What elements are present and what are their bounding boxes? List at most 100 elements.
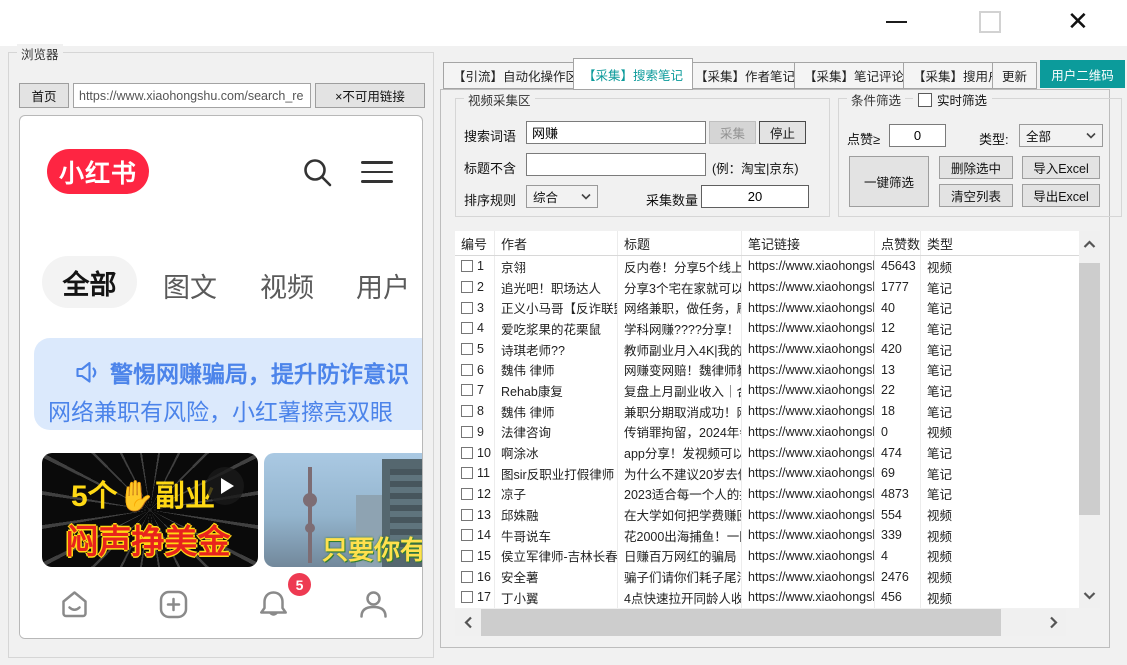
row-checkbox[interactable] (461, 281, 473, 293)
table-row[interactable]: 13 邱姝融 在大学如何把学费赚回... https://www.xiaohon… (455, 504, 1079, 525)
type-label: 类型: (979, 129, 1009, 148)
clear-list-button[interactable]: 清空列表 (939, 184, 1013, 207)
type-select[interactable]: 全部 (1019, 124, 1103, 147)
tab-update[interactable]: 更新 (992, 62, 1037, 89)
row-type: 笔记 (921, 318, 1079, 339)
scroll-up-icon[interactable] (1079, 231, 1100, 257)
create-post-icon[interactable] (156, 587, 191, 622)
row-checkbox[interactable] (461, 302, 473, 314)
table-row[interactable]: 9 法律咨询 传销罪拘留，2024年会... https://www.xiaoh… (455, 422, 1079, 443)
bell-icon[interactable] (256, 587, 291, 622)
row-checkbox[interactable] (461, 591, 473, 603)
play-icon[interactable] (206, 467, 244, 505)
row-link: https://www.xiaohongsh... (742, 422, 875, 443)
vertical-scrollbar[interactable] (1079, 231, 1100, 608)
row-link: https://www.xiaohongsh... (742, 339, 875, 360)
xiaohongshu-logo: 小红书 (47, 149, 149, 194)
scroll-left-icon[interactable] (455, 609, 481, 636)
horizontal-scroll-thumb[interactable] (481, 609, 1001, 636)
table-row[interactable]: 14 牛哥说车 花2000出海捕鱼！一网... https://www.xiao… (455, 525, 1079, 546)
row-num: 1 (477, 259, 484, 273)
realtime-filter-checkbox[interactable] (918, 93, 932, 107)
table-row[interactable]: 12 凉子 2023适合每一个人的搞... https://www.xiaoho… (455, 484, 1079, 505)
table-row[interactable]: 8 魏伟 律师 兼职分期取消成功！网... https://www.xiaoho… (455, 401, 1079, 422)
site-tab-image-text[interactable]: 图文 (163, 266, 217, 305)
table-row[interactable]: 16 安全薯 骗子们请你们耗子尾汁 https://www.xiaohongsh… (455, 566, 1079, 587)
export-excel-button[interactable]: 导出Excel (1022, 184, 1100, 207)
scroll-right-icon[interactable] (1040, 609, 1066, 636)
exclude-label: 标题不含 (464, 158, 516, 177)
note-card-1[interactable]: 5个✋副业 闷声挣美金 (42, 453, 258, 567)
row-num: 4 (477, 321, 484, 335)
table-row[interactable]: 1 京翎 反内卷！分享5个线上副... https://www.xiaohong… (455, 256, 1079, 277)
profile-icon[interactable] (356, 587, 391, 622)
table-row[interactable]: 5 诗琪老师?? 教师副业月入4K|我的人... https://www.xia… (455, 339, 1079, 360)
table-row[interactable]: 4 爱吃浆果的花栗鼠 学科网赚????分享！！ https://www.xiao… (455, 318, 1079, 339)
row-checkbox[interactable] (461, 343, 473, 355)
row-likes: 0 (875, 422, 921, 443)
row-checkbox[interactable] (461, 322, 473, 334)
stop-button[interactable]: 停止 (759, 121, 806, 144)
tab-search-notes[interactable]: 【采集】搜索笔记 (573, 58, 693, 90)
one-key-filter-button[interactable]: 一键筛选 (849, 156, 929, 207)
vertical-scroll-thumb[interactable] (1079, 263, 1100, 515)
table-row[interactable]: 2 追光吧！职场达人 分享3个宅在家就可以赚... https://www.xi… (455, 277, 1079, 298)
likes-input[interactable] (889, 124, 946, 147)
row-link: https://www.xiaohongsh... (742, 463, 875, 484)
tab-automation[interactable]: 【引流】自动化操作区 (443, 62, 588, 89)
collect-button[interactable]: 采集 (709, 121, 756, 144)
row-checkbox[interactable] (461, 509, 473, 521)
exclude-input[interactable] (526, 153, 706, 176)
table-row[interactable]: 3 正义小马哥【反诈联盟】 网络兼职，做任务，刷... https://www.… (455, 297, 1079, 318)
row-checkbox[interactable] (461, 260, 473, 272)
close-icon[interactable]: ✕ (1067, 6, 1089, 36)
site-tab-all[interactable]: 全部 (42, 256, 137, 308)
row-type: 笔记 (921, 401, 1079, 422)
table-row[interactable]: 15 侯立军律师-吉林长春律师 日赚百万网红的骗局 https://www.xi… (455, 546, 1079, 567)
invalid-link-button[interactable]: ×不可用链接 (315, 83, 425, 108)
site-tab-video[interactable]: 视频 (260, 266, 314, 305)
card2-caption: 只要你有电 (322, 530, 423, 567)
row-checkbox[interactable] (461, 571, 473, 583)
user-qrcode-button[interactable]: 用户二维码 (1040, 60, 1125, 88)
row-checkbox[interactable] (461, 364, 473, 376)
row-likes: 554 (875, 504, 921, 525)
table-row[interactable]: 17 丁小翼 4点快速拉开同龄人收入... https://www.xiaoho… (455, 587, 1079, 608)
sort-select[interactable]: 综合 (526, 185, 598, 208)
table-row[interactable]: 11 图sir反职业打假律师 为什么不建议20岁去做... https://ww… (455, 463, 1079, 484)
count-input[interactable] (701, 185, 809, 208)
scroll-down-icon[interactable] (1079, 582, 1100, 608)
row-checkbox[interactable] (461, 550, 473, 562)
horizontal-scrollbar[interactable] (455, 609, 1066, 636)
tab-author-notes[interactable]: 【采集】作者笔记 (685, 62, 805, 89)
table-row[interactable]: 6 魏伟 律师 网赚变网赔！魏律师教... https://www.xiaoho… (455, 359, 1079, 380)
minimize-icon[interactable] (886, 21, 907, 23)
home-nav-icon[interactable] (57, 587, 92, 622)
row-link: https://www.xiaohongsh... (742, 484, 875, 505)
delete-selected-button[interactable]: 删除选中 (939, 156, 1013, 179)
search-icon[interactable] (301, 156, 335, 190)
keyword-input[interactable] (526, 121, 706, 144)
url-input[interactable] (73, 83, 311, 108)
note-card-2[interactable]: 只要你有电 (264, 453, 423, 567)
import-excel-button[interactable]: 导入Excel (1022, 156, 1100, 179)
row-checkbox[interactable] (461, 447, 473, 459)
maximize-icon[interactable] (979, 11, 1001, 33)
row-checkbox[interactable] (461, 467, 473, 479)
row-author: 魏伟 律师 (495, 401, 618, 422)
row-checkbox[interactable] (461, 405, 473, 417)
site-tab-user[interactable]: 用户 (356, 266, 410, 305)
home-button[interactable]: 首页 (19, 83, 69, 108)
browser-viewport: 小红书 全部 图文 视频 用户 警惕网赚骗局，提升防诈意识 网络兼职有风险，小红… (19, 115, 423, 639)
menu-icon[interactable] (361, 161, 393, 190)
row-checkbox[interactable] (461, 529, 473, 541)
table-row[interactable]: 7 Rehab康复 复盘上月副业收入｜合... https://www.xiao… (455, 380, 1079, 401)
row-author: 追光吧！职场达人 (495, 277, 618, 298)
row-checkbox[interactable] (461, 384, 473, 396)
row-likes: 339 (875, 525, 921, 546)
table-row[interactable]: 10 啊涂冰 app分享！发视频可以... https://www.xiaoho… (455, 442, 1079, 463)
row-checkbox[interactable] (461, 426, 473, 438)
row-checkbox[interactable] (461, 488, 473, 500)
tab-note-comments[interactable]: 【采集】笔记评论 (794, 62, 914, 89)
row-author: 图sir反职业打假律师 (495, 463, 618, 484)
